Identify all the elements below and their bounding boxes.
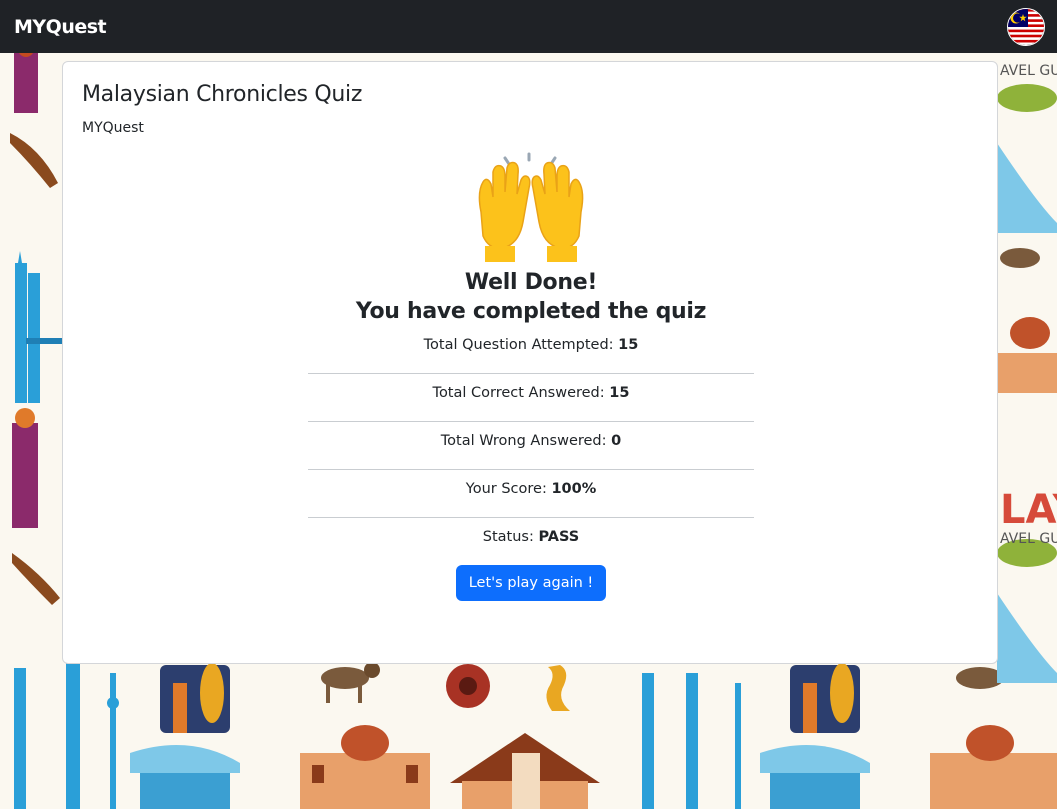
headline-well-done: Well Done! bbox=[464, 270, 598, 295]
stat-label: Your Score: bbox=[465, 481, 552, 497]
stat-label: Total Wrong Answered: bbox=[440, 433, 612, 449]
result-stats-list: Total Question Attempted: 15 Total Corre… bbox=[308, 332, 754, 565]
stat-score: Your Score: 100% bbox=[308, 470, 754, 518]
top-navbar: MYQuest bbox=[0, 0, 1057, 53]
stat-total-wrong: Total Wrong Answered: 0 bbox=[308, 422, 754, 470]
stat-total-attempted: Total Question Attempted: 15 bbox=[308, 332, 754, 374]
quiz-subtitle: MYQuest bbox=[82, 120, 144, 136]
rafflesia-flower-icon bbox=[446, 664, 490, 708]
stat-value: 15 bbox=[618, 337, 639, 353]
emoji-container bbox=[63, 148, 999, 268]
raising-hands-icon bbox=[478, 152, 584, 262]
svg-text:AVEL GUI: AVEL GUI bbox=[1000, 63, 1057, 79]
stat-value: 0 bbox=[611, 433, 622, 449]
stat-label: Total Correct Answered: bbox=[432, 385, 610, 401]
svg-text:AVEL GU: AVEL GU bbox=[1000, 531, 1057, 547]
quiz-result-card: Malaysian Chronicles Quiz MYQuest Well D… bbox=[62, 61, 998, 664]
navbar-brand[interactable]: MYQuest bbox=[14, 16, 107, 38]
stat-value: 15 bbox=[609, 385, 630, 401]
headline-completed: You have completed the quiz bbox=[355, 299, 707, 324]
quiz-title: Malaysian Chronicles Quiz bbox=[82, 82, 363, 107]
result-section: Well Done! You have completed the quiz T… bbox=[63, 148, 999, 601]
stat-label: Status: bbox=[482, 529, 539, 545]
stat-value: 100% bbox=[551, 481, 597, 497]
malaysia-flag-icon[interactable] bbox=[1007, 7, 1045, 46]
stat-total-correct: Total Correct Answered: 15 bbox=[308, 374, 754, 422]
play-again-button[interactable]: Let's play again ! bbox=[455, 565, 607, 601]
stat-status: Status: PASS bbox=[308, 518, 754, 565]
svg-text:LAYS: LAYS bbox=[1000, 487, 1057, 533]
stat-value: PASS bbox=[538, 529, 580, 545]
stat-label: Total Question Attempted: bbox=[423, 337, 619, 353]
